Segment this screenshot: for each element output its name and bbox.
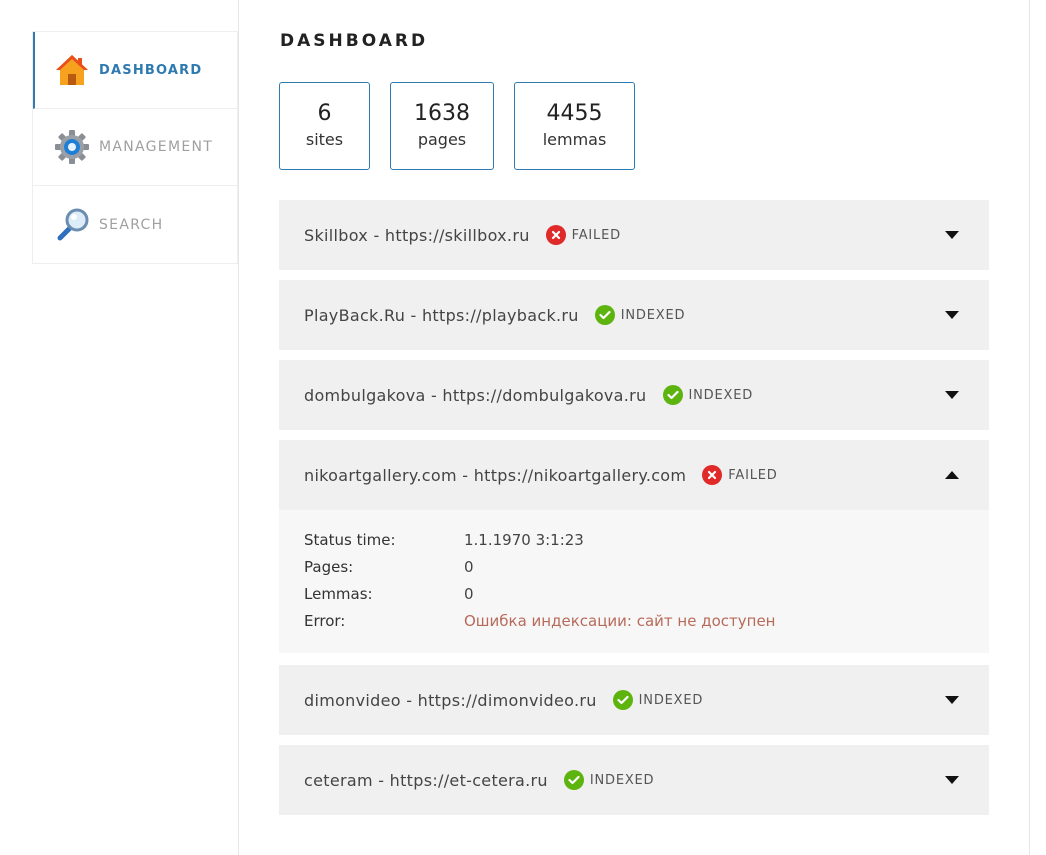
- detail-value: 0: [464, 585, 474, 603]
- chevron-down-icon[interactable]: [945, 311, 959, 319]
- gear-icon: [53, 128, 91, 166]
- status-text: INDEXED: [589, 772, 655, 788]
- detail-label: Pages:: [304, 558, 354, 576]
- status-text: INDEXED: [620, 307, 686, 323]
- stat-label: sites: [305, 130, 344, 149]
- status-badge: INDEXED: [612, 690, 704, 710]
- chevron-down-icon[interactable]: [945, 776, 959, 784]
- stat-label: lemmas: [542, 130, 607, 149]
- detail-row-lemmas: Lemmas: 0: [304, 581, 964, 608]
- status-text: INDEXED: [688, 387, 754, 403]
- site-panel: dimonvideo - https://dimonvideo.ru INDEX…: [279, 665, 989, 735]
- status-text: FAILED: [728, 467, 778, 483]
- detail-label: Lemmas:: [304, 585, 373, 603]
- sidebar-item-dashboard[interactable]: DASHBOARD: [33, 32, 237, 109]
- check-icon: [563, 770, 584, 790]
- check-icon: [612, 690, 633, 710]
- stat-card-pages: 1638 pages: [390, 82, 494, 170]
- chevron-down-icon[interactable]: [945, 231, 959, 239]
- sidebar-item-label: SEARCH: [99, 216, 164, 233]
- site-name: Skillbox - https://skillbox.ru: [304, 225, 530, 245]
- sidebar-item-label: DASHBOARD: [99, 62, 203, 78]
- site-name: nikoartgallery.com - https://nikoartgall…: [304, 465, 687, 485]
- sidebar-item-management[interactable]: MANAGEMENT: [33, 109, 237, 186]
- chevron-up-icon[interactable]: [945, 471, 959, 479]
- site-details: Status time: 1.1.1970 3:1:23 Pages: 0 Le…: [279, 510, 989, 653]
- page-title: DASHBOARD: [280, 31, 429, 51]
- status-badge: FAILED: [545, 225, 621, 245]
- detail-row-status-time: Status time: 1.1.1970 3:1:23: [304, 527, 964, 554]
- detail-row-error: Error: Ошибка индексации: сайт не доступ…: [304, 608, 964, 635]
- stat-value: 4455: [546, 101, 603, 126]
- stat-value: 1638: [414, 101, 470, 126]
- magnifier-icon: [53, 206, 91, 244]
- chevron-down-icon[interactable]: [945, 391, 959, 399]
- divider: [1029, 0, 1030, 855]
- status-text: INDEXED: [638, 692, 704, 708]
- site-panel: dombulgakova - https://dombulgakova.ru I…: [279, 360, 989, 430]
- site-header[interactable]: PlayBack.Ru - https://playback.ru INDEXE…: [279, 280, 989, 350]
- stat-card-lemmas: 4455 lemmas: [514, 82, 635, 170]
- check-icon: [594, 305, 615, 325]
- site-name: dombulgakova - https://dombulgakova.ru: [304, 385, 647, 405]
- site-header[interactable]: dombulgakova - https://dombulgakova.ru I…: [279, 360, 989, 430]
- check-icon: [662, 385, 683, 405]
- error-icon: [545, 225, 566, 245]
- sidebar-item-label: MANAGEMENT: [99, 139, 214, 155]
- site-header[interactable]: Skillbox - https://skillbox.ru FAILED: [279, 200, 989, 270]
- detail-value: 0: [464, 558, 474, 576]
- sidebar-nav: DASHBOARD MANAGEMENT SEARCH: [32, 31, 238, 264]
- detail-label: Status time:: [304, 531, 396, 549]
- status-badge: INDEXED: [662, 385, 754, 405]
- site-name: dimonvideo - https://dimonvideo.ru: [304, 690, 597, 710]
- status-badge: FAILED: [702, 465, 777, 485]
- site-name: ceteram - https://et-cetera.ru: [304, 770, 548, 790]
- divider: [238, 0, 239, 855]
- site-header[interactable]: nikoartgallery.com - https://nikoartgall…: [279, 440, 989, 510]
- stat-label: pages: [417, 130, 467, 149]
- sidebar-item-search[interactable]: SEARCH: [33, 186, 237, 263]
- stat-card-sites: 6 sites: [279, 82, 370, 170]
- site-panel: Skillbox - https://skillbox.ru FAILED: [279, 200, 989, 270]
- detail-label: Error:: [304, 612, 346, 630]
- status-text: FAILED: [571, 227, 621, 243]
- site-header[interactable]: dimonvideo - https://dimonvideo.ru INDEX…: [279, 665, 989, 735]
- home-icon: [53, 51, 91, 89]
- status-badge: INDEXED: [563, 770, 655, 790]
- detail-row-pages: Pages: 0: [304, 554, 964, 581]
- detail-value: 1.1.1970 3:1:23: [464, 531, 584, 549]
- site-name: PlayBack.Ru - https://playback.ru: [304, 305, 579, 325]
- site-panel: ceteram - https://et-cetera.ru INDEXED: [279, 745, 989, 815]
- chevron-down-icon[interactable]: [945, 696, 959, 704]
- stat-value: 6: [317, 101, 332, 126]
- site-panel: PlayBack.Ru - https://playback.ru INDEXE…: [279, 280, 989, 350]
- status-badge: INDEXED: [594, 305, 686, 325]
- error-message: Ошибка индексации: сайт не доступен: [464, 612, 776, 630]
- site-header[interactable]: ceteram - https://et-cetera.ru INDEXED: [279, 745, 989, 815]
- site-panel-expanded: nikoartgallery.com - https://nikoartgall…: [279, 440, 989, 653]
- error-icon: [702, 465, 723, 485]
